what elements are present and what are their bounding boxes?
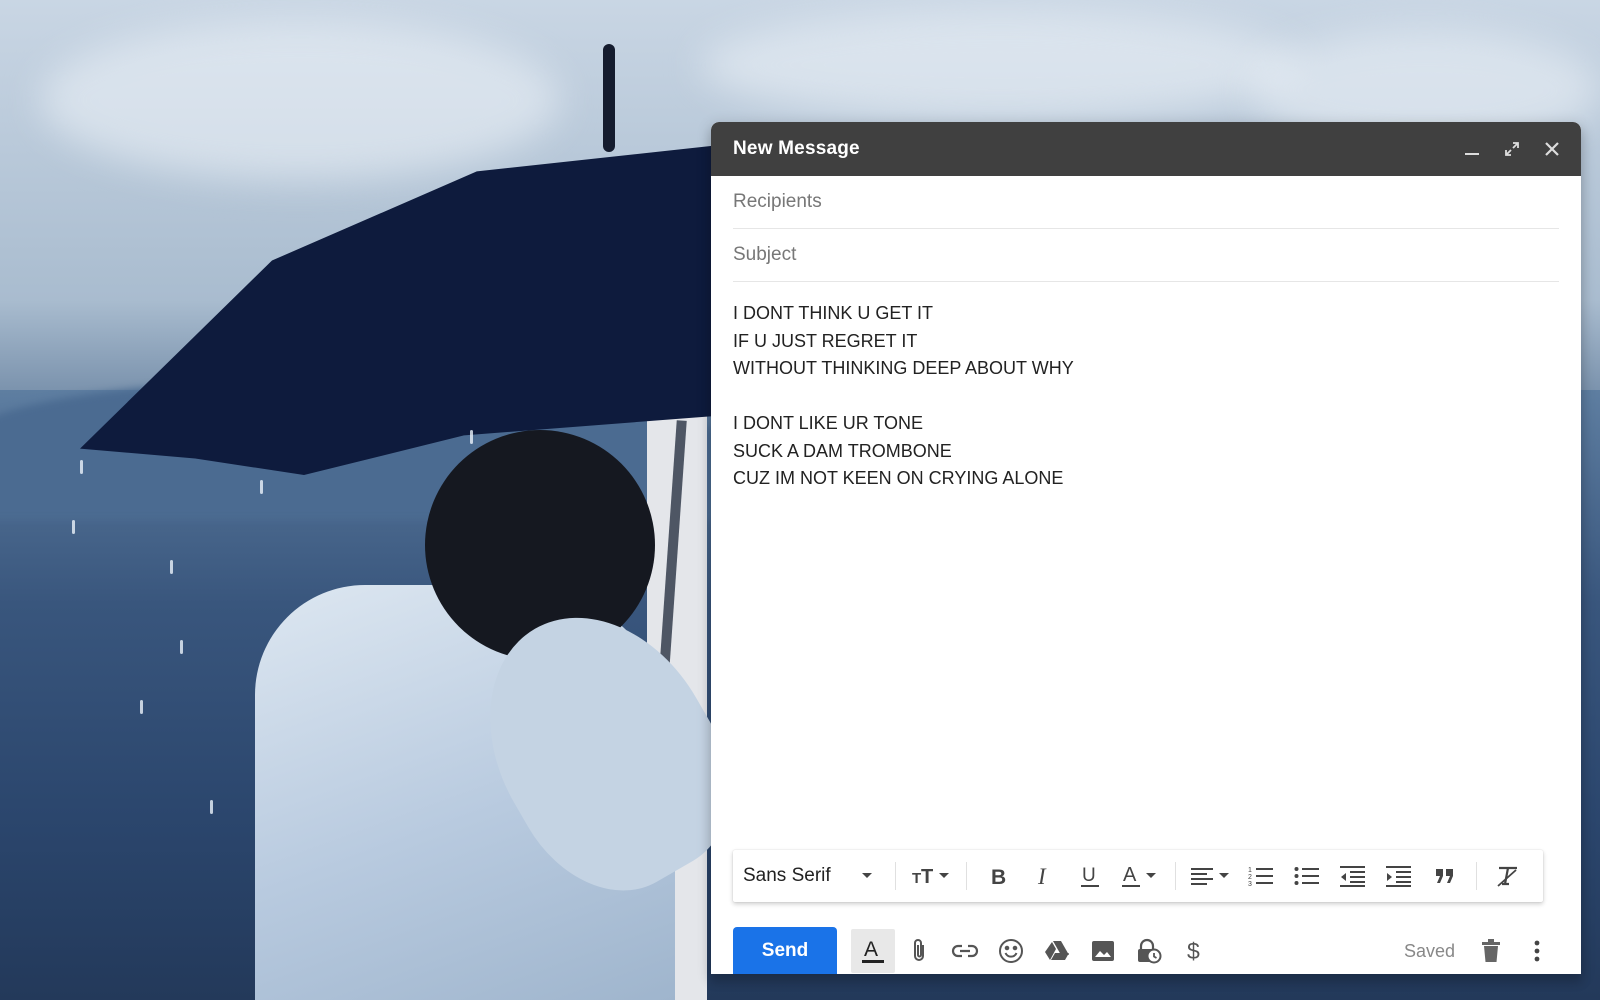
svg-text:3: 3 <box>1248 881 1252 887</box>
toolbar-divider <box>1475 862 1477 890</box>
text-color-icon[interactable]: A <box>1113 856 1167 896</box>
raindrop <box>170 560 173 574</box>
compose-title: New Message <box>733 138 860 159</box>
svg-text:2: 2 <box>1248 874 1252 881</box>
svg-text:T: T <box>921 866 933 887</box>
font-family-label: Sans Serif <box>743 865 831 886</box>
font-family-select[interactable]: Sans Serif <box>743 865 887 887</box>
svg-text:U: U <box>1082 865 1096 886</box>
body-line: I DONT THINK U GET IT <box>733 303 934 323</box>
trash-icon[interactable] <box>1469 929 1513 973</box>
minimize-icon[interactable] <box>1461 138 1483 160</box>
toolbar-divider <box>965 862 967 890</box>
numbered-list-icon[interactable]: 123 <box>1238 856 1284 896</box>
svg-text:T: T <box>912 870 921 887</box>
cloud <box>40 20 560 180</box>
raindrop <box>140 700 143 714</box>
window-controls <box>1461 138 1563 160</box>
recipients-row <box>733 176 1559 229</box>
subject-row <box>733 229 1559 282</box>
italic-icon[interactable]: I <box>1021 856 1067 896</box>
raindrop <box>180 640 183 654</box>
expand-icon[interactable] <box>1501 138 1523 160</box>
align-icon[interactable] <box>1184 856 1238 896</box>
svg-text:B: B <box>991 866 1006 887</box>
indent-less-icon[interactable] <box>1330 856 1376 896</box>
saved-status: Saved <box>1403 940 1455 961</box>
link-icon[interactable] <box>943 929 987 973</box>
bulleted-list-icon[interactable] <box>1284 856 1330 896</box>
compose-window: New Message I DONT THINK U GET IT IF U J… <box>711 122 1581 974</box>
umbrella-tip <box>603 44 615 152</box>
svg-text:1: 1 <box>1248 867 1252 874</box>
compose-header: New Message <box>711 122 1581 176</box>
body-line: IF U JUST REGRET IT <box>733 330 918 351</box>
raindrop <box>210 800 213 814</box>
raindrop <box>470 430 473 444</box>
raindrop <box>260 480 263 494</box>
message-body[interactable]: I DONT THINK U GET IT IF U JUST REGRET I… <box>733 300 1559 820</box>
bold-icon[interactable]: B <box>975 856 1021 896</box>
svg-text:I: I <box>1037 865 1047 887</box>
body-line: I DONT LIKE UR TONE <box>733 413 924 433</box>
body-line <box>733 383 1559 411</box>
underline-icon[interactable]: U <box>1067 856 1113 896</box>
more-options-icon[interactable] <box>1515 929 1559 973</box>
remove-formatting-icon[interactable] <box>1485 856 1531 896</box>
text-size-icon[interactable]: TT <box>904 856 958 896</box>
cloud <box>700 10 1300 120</box>
raindrop <box>80 460 83 474</box>
subject-input[interactable] <box>733 244 1559 266</box>
svg-text:$: $ <box>1187 938 1200 964</box>
formatting-options-icon[interactable]: A <box>851 929 895 973</box>
svg-text:A: A <box>1123 864 1137 886</box>
compose-action-bar: Send A $ Saved <box>733 926 1559 974</box>
recipients-input[interactable] <box>733 191 1559 213</box>
confidential-icon[interactable] <box>1127 929 1171 973</box>
photo-icon[interactable] <box>1081 929 1125 973</box>
toolbar-divider <box>894 862 896 890</box>
send-button[interactable]: Send <box>733 927 837 974</box>
indent-more-icon[interactable] <box>1376 856 1422 896</box>
money-icon[interactable]: $ <box>1173 929 1217 973</box>
drive-icon[interactable] <box>1035 929 1079 973</box>
raindrop <box>72 520 75 534</box>
attach-icon[interactable] <box>897 929 941 973</box>
formatting-toolbar: Sans Serif TT B I U A 123 <box>733 850 1543 902</box>
body-line: SUCK A DAM TROMBONE <box>733 440 952 461</box>
close-icon[interactable] <box>1541 138 1563 160</box>
svg-text:A: A <box>864 938 878 961</box>
chevron-down-icon <box>861 873 872 878</box>
toolbar-divider <box>1174 862 1176 890</box>
body-line: CUZ IM NOT KEEN ON CRYING ALONE <box>733 468 1064 488</box>
emoji-icon[interactable] <box>989 929 1033 973</box>
body-line: WITHOUT THINKING DEEP ABOUT WHY <box>733 358 1074 378</box>
quote-icon[interactable] <box>1422 856 1468 896</box>
